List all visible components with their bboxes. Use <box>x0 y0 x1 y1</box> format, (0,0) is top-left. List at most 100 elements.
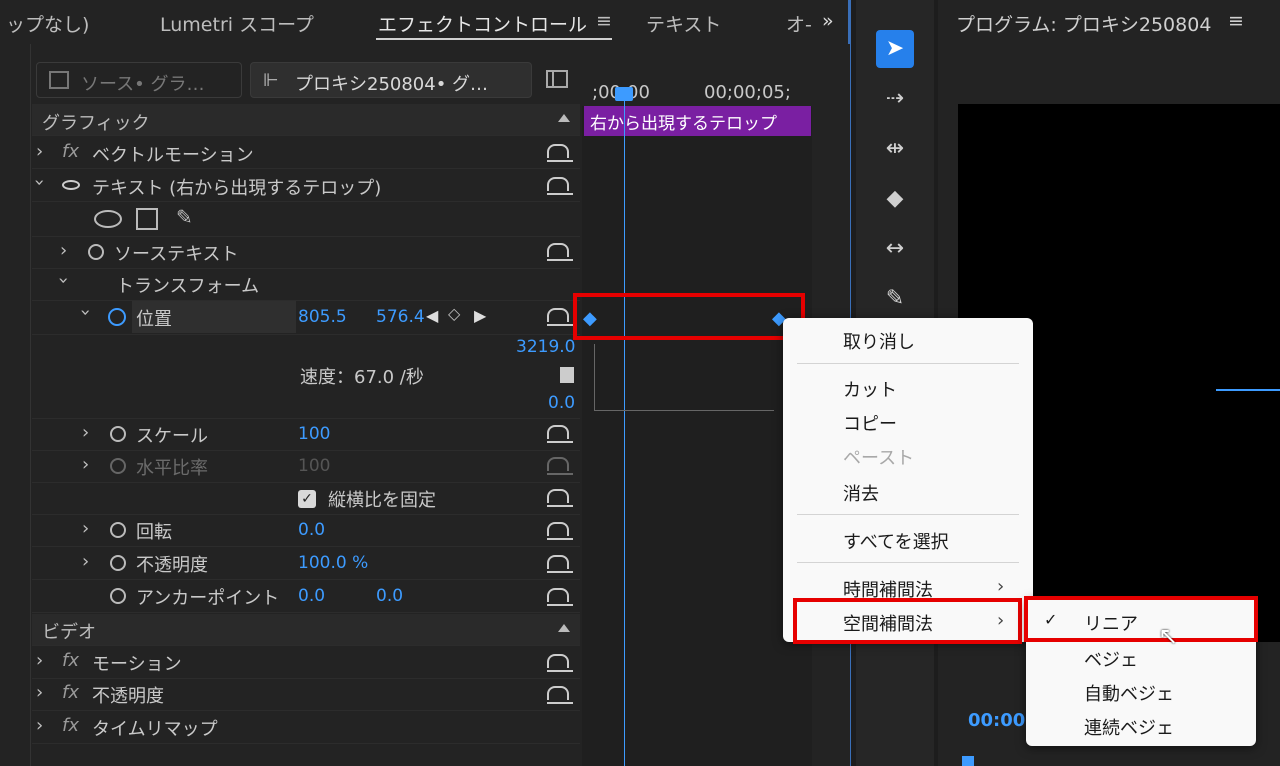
pen-tool-icon[interactable]: ✎ <box>876 280 914 318</box>
ruler-end-label: 00;00;05; <box>704 82 791 103</box>
chevron-right-icon[interactable]: › <box>82 551 89 572</box>
linear-highlight <box>1024 596 1258 642</box>
prev-keyframe-icon[interactable]: ◀ <box>426 306 438 325</box>
menu-item-cut[interactable]: カット <box>843 376 897 402</box>
effect-row-time-remap[interactable]: › fx タイムリマップ <box>32 712 580 744</box>
ripple-edit-icon[interactable]: ⇹ <box>876 130 914 168</box>
toggle-timeline-icon[interactable] <box>546 70 568 88</box>
checkbox-checked-icon[interactable]: ✓ <box>298 490 316 508</box>
menu-item-select-all[interactable]: すべてを選択 <box>843 528 949 554</box>
program-playhead[interactable] <box>962 756 974 766</box>
reset-icon[interactable] <box>545 306 575 328</box>
anchor-y-value[interactable]: 0.0 <box>376 586 403 606</box>
chevron-right-icon[interactable]: › <box>82 422 89 443</box>
video-section-header[interactable]: ビデオ <box>32 614 580 646</box>
tab-effect-controls[interactable]: エフェクトコントロール <box>378 10 587 37</box>
rotation-value[interactable]: 0.0 <box>298 520 325 540</box>
chevron-down-icon[interactable]: › <box>75 309 96 316</box>
program-menu-icon[interactable]: ≡ <box>1228 10 1244 32</box>
reset-icon[interactable] <box>545 175 575 197</box>
effect-row-transform[interactable]: › トランスフォーム <box>32 269 580 301</box>
chevron-right-icon[interactable]: › <box>36 715 43 736</box>
reset-icon[interactable] <box>545 487 575 509</box>
razor-tool-icon[interactable]: ◆ <box>876 180 914 218</box>
program-timecode[interactable]: 00:00 <box>968 710 1025 731</box>
reset-icon[interactable] <box>545 553 575 575</box>
tab-previous[interactable]: ップなし) <box>6 10 89 37</box>
rectangle-mask-icon[interactable] <box>136 208 158 230</box>
graphic-section-header[interactable]: グラフィック <box>32 104 580 136</box>
add-keyframe-icon[interactable]: ◇ <box>448 304 460 323</box>
position-x-value[interactable]: 805.5 <box>298 307 347 327</box>
reset-icon[interactable] <box>545 142 575 164</box>
property-label: 不透明度 <box>136 555 208 576</box>
effect-label: ベクトルモーション <box>92 145 254 166</box>
ellipse-mask-icon[interactable] <box>94 210 122 228</box>
chevron-right-icon[interactable]: › <box>36 650 43 671</box>
effect-row-uniform-scale[interactable]: ✓ 縦横比を固定 <box>32 483 580 515</box>
effect-row-position[interactable]: › 位置 805.5 576.4 ◀ ◇ ▶ <box>32 301 580 335</box>
source-clip-selector[interactable]: ソース• グラ… <box>36 62 242 98</box>
effect-timeline[interactable] <box>582 84 812 766</box>
opacity-value[interactable]: 100.0 % <box>298 553 368 573</box>
sequence-clip-label: プロキシ250804• グ… <box>295 74 489 95</box>
chevron-right-icon[interactable]: › <box>82 518 89 539</box>
submenu-arrow-icon: › <box>997 576 1005 597</box>
menu-item-copy[interactable]: コピー <box>843 410 897 436</box>
next-keyframe-icon[interactable]: ▶ <box>474 306 486 325</box>
slip-tool-icon[interactable]: ↔ <box>876 230 914 268</box>
tab-audio[interactable]: オ- <box>786 10 812 37</box>
reset-icon[interactable] <box>545 520 575 542</box>
collapse-up-icon[interactable] <box>558 114 570 122</box>
effect-row-scale[interactable]: › スケール 100 <box>32 419 580 451</box>
position-y-value[interactable]: 576.4 <box>376 307 425 327</box>
reset-icon[interactable] <box>545 423 575 445</box>
tab-lumetri-scopes[interactable]: Lumetri スコープ <box>160 10 314 37</box>
menu-item-undo[interactable]: 取り消し <box>843 328 915 354</box>
menu-item-bezier[interactable]: ベジェ <box>1084 646 1138 672</box>
effect-row-motion[interactable]: › fx モーション <box>32 647 580 679</box>
effect-row-source-text[interactable]: › ソーステキスト <box>32 237 580 269</box>
chevron-right-icon[interactable]: › <box>82 454 89 475</box>
collapse-up-icon[interactable] <box>558 624 570 632</box>
stopwatch-icon[interactable] <box>110 522 126 538</box>
anchor-x-value[interactable]: 0.0 <box>298 586 325 606</box>
reset-icon[interactable] <box>545 241 575 263</box>
chevron-right-icon[interactable]: › <box>36 141 43 162</box>
effect-row-anchor-point[interactable]: アンカーポイント 0.0 0.0 <box>32 581 580 613</box>
clip-bar[interactable]: 右から出現するテロップ <box>584 106 811 136</box>
reset-icon[interactable] <box>545 684 575 706</box>
menu-item-clear[interactable]: 消去 <box>843 480 879 506</box>
effect-row-opacity-video[interactable]: › fx 不透明度 <box>32 679 580 711</box>
effect-row-horizontal-scale[interactable]: › 水平比率 100 <box>32 451 580 483</box>
stopwatch-icon[interactable] <box>110 555 126 571</box>
reset-icon[interactable] <box>545 586 575 608</box>
effect-row-opacity[interactable]: › 不透明度 100.0 % <box>32 548 580 580</box>
track-select-icon[interactable]: ⇢ <box>876 80 914 118</box>
pen-mask-icon[interactable]: ✎ <box>176 205 193 229</box>
chevron-down-icon[interactable]: › <box>53 277 74 284</box>
tab-text[interactable]: テキスト <box>646 10 721 37</box>
reset-icon[interactable] <box>545 652 575 674</box>
fit-graph-icon[interactable] <box>560 367 574 383</box>
stopwatch-icon[interactable] <box>110 588 126 604</box>
sequence-clip-selector[interactable]: ⊩ プロキシ250804• グ… <box>250 62 532 98</box>
effect-row-text[interactable]: › テキスト (右から出現するテロップ) <box>29 170 580 202</box>
section-title: ビデオ <box>42 622 96 643</box>
menu-item-auto-bezier[interactable]: 自動ベジェ <box>1084 680 1174 706</box>
stopwatch-icon[interactable] <box>88 244 104 260</box>
playhead-handle[interactable] <box>615 87 633 101</box>
eye-icon[interactable] <box>62 180 80 190</box>
chevron-down-icon[interactable]: › <box>29 179 50 186</box>
effect-row-rotation[interactable]: › 回転 0.0 <box>32 515 580 547</box>
stopwatch-icon[interactable] <box>110 426 126 442</box>
chevron-right-icon[interactable]: › <box>60 240 67 261</box>
selection-tool-icon[interactable]: ➤ <box>876 30 914 68</box>
effect-row-vector-motion[interactable]: › fx ベクトルモーション <box>32 137 580 169</box>
menu-item-continuous-bezier[interactable]: 連続ベジェ <box>1084 714 1174 740</box>
more-tabs-icon[interactable]: » <box>822 10 834 32</box>
panel-menu-icon[interactable]: ≡ <box>596 10 612 32</box>
scale-value[interactable]: 100 <box>298 424 330 444</box>
chevron-right-icon[interactable]: › <box>36 682 43 703</box>
stopwatch-active-icon[interactable] <box>108 308 126 326</box>
